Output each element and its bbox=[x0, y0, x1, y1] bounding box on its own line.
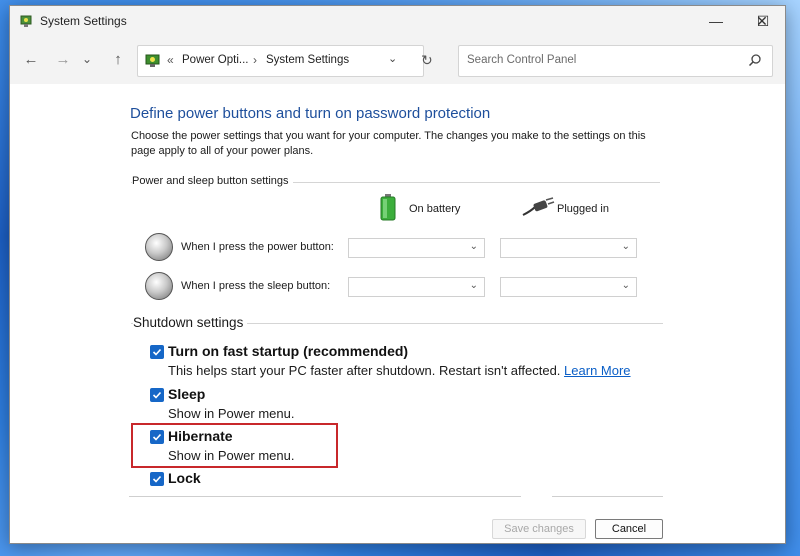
fast-startup-checkbox[interactable] bbox=[150, 345, 164, 359]
sleep-label[interactable]: Sleep bbox=[168, 386, 205, 402]
up-arrow-icon: ↑ bbox=[114, 50, 122, 68]
chevron-down-icon: ⌄ bbox=[469, 241, 478, 252]
page-title: Define power buttons and turn on passwor… bbox=[130, 105, 491, 122]
chevron-down-icon: ⌄ bbox=[469, 280, 478, 291]
plug-icon bbox=[522, 197, 555, 216]
power-button-label: When I press the power button: bbox=[181, 241, 334, 253]
content-area: Define power buttons and turn on passwor… bbox=[10, 84, 785, 543]
footer-divider-right bbox=[552, 496, 663, 497]
breadcrumb-separator: › bbox=[253, 53, 257, 67]
battery-icon bbox=[380, 194, 396, 221]
up-button[interactable]: ↑ bbox=[107, 48, 129, 70]
recent-locations-button[interactable]: ⌄ bbox=[80, 48, 94, 70]
on-battery-header: On battery bbox=[409, 203, 461, 215]
title-bar: System Settings — ☐ bbox=[10, 6, 785, 36]
power-sleep-group-label: Power and sleep button settings bbox=[132, 175, 293, 187]
cancel-button[interactable]: Cancel bbox=[595, 519, 663, 539]
fast-startup-description: This helps start your PC faster after sh… bbox=[168, 363, 631, 378]
address-bar[interactable]: « Power Opti... › System Settings ⌄ ↻ bbox=[137, 45, 433, 77]
sleep-button-label: When I press the sleep button: bbox=[181, 280, 331, 292]
footer-divider-left bbox=[129, 496, 521, 497]
plugged-in-header: Plugged in bbox=[557, 203, 609, 215]
sleep-button-battery-select[interactable]: ⌄ bbox=[348, 277, 485, 297]
forward-button[interactable]: → bbox=[52, 48, 74, 70]
search-input[interactable]: Search Control Panel bbox=[467, 54, 576, 66]
power-button-battery-select[interactable]: ⌄ bbox=[348, 238, 485, 258]
forward-arrow-icon: → bbox=[55, 50, 71, 68]
checkmark-icon bbox=[152, 348, 162, 356]
breadcrumb-overflow[interactable]: « bbox=[167, 53, 174, 67]
lock-checkbox[interactable] bbox=[150, 472, 164, 486]
sleep-button-plugged-select[interactable]: ⌄ bbox=[500, 277, 637, 297]
sleep-description: Show in Power menu. bbox=[168, 406, 295, 421]
shutdown-settings-label: Shutdown settings bbox=[133, 315, 248, 330]
search-icon[interactable] bbox=[748, 53, 762, 67]
power-button-plugged-select[interactable]: ⌄ bbox=[500, 238, 637, 258]
checkmark-icon bbox=[152, 475, 162, 483]
chevron-down-icon: ⌄ bbox=[81, 52, 93, 66]
close-icon: ✕ bbox=[756, 12, 768, 29]
fast-startup-label[interactable]: Turn on fast startup (recommended) bbox=[168, 343, 408, 359]
close-button[interactable]: ✕ bbox=[739, 6, 785, 36]
breadcrumb-system-settings[interactable]: System Settings bbox=[266, 54, 349, 66]
chevron-down-icon: ⌄ bbox=[621, 241, 630, 252]
power-options-icon bbox=[145, 54, 160, 67]
hibernate-highlight-box bbox=[131, 423, 338, 468]
search-box[interactable]: Search Control Panel bbox=[458, 45, 773, 77]
page-description: Choose the power settings that you want … bbox=[131, 130, 646, 157]
save-changes-button[interactable]: Save changes bbox=[492, 519, 586, 539]
lock-label[interactable]: Lock bbox=[168, 470, 201, 486]
checkmark-icon bbox=[152, 391, 162, 399]
window-title: System Settings bbox=[40, 14, 127, 28]
breadcrumb-power-options[interactable]: Power Opti... bbox=[182, 54, 248, 66]
power-options-app-icon bbox=[20, 15, 32, 27]
system-settings-window: System Settings — ☐ ✕ ← → ⌄ ↑ « Power Op… bbox=[9, 5, 786, 544]
sleep-checkbox[interactable] bbox=[150, 388, 164, 402]
chevron-down-icon: ⌄ bbox=[621, 280, 630, 291]
navigation-bar: ← → ⌄ ↑ « Power Opti... › System Setting… bbox=[10, 36, 785, 84]
sleep-button-icon bbox=[145, 272, 173, 300]
back-button[interactable]: ← bbox=[20, 48, 42, 70]
learn-more-link[interactable]: Learn More bbox=[564, 363, 630, 378]
power-button-icon bbox=[145, 233, 173, 261]
refresh-icon[interactable]: ↻ bbox=[421, 52, 433, 69]
address-dropdown-icon[interactable]: ⌄ bbox=[388, 52, 397, 65]
fast-startup-desc-text: This helps start your PC faster after sh… bbox=[168, 363, 561, 378]
back-arrow-icon: ← bbox=[23, 50, 39, 68]
